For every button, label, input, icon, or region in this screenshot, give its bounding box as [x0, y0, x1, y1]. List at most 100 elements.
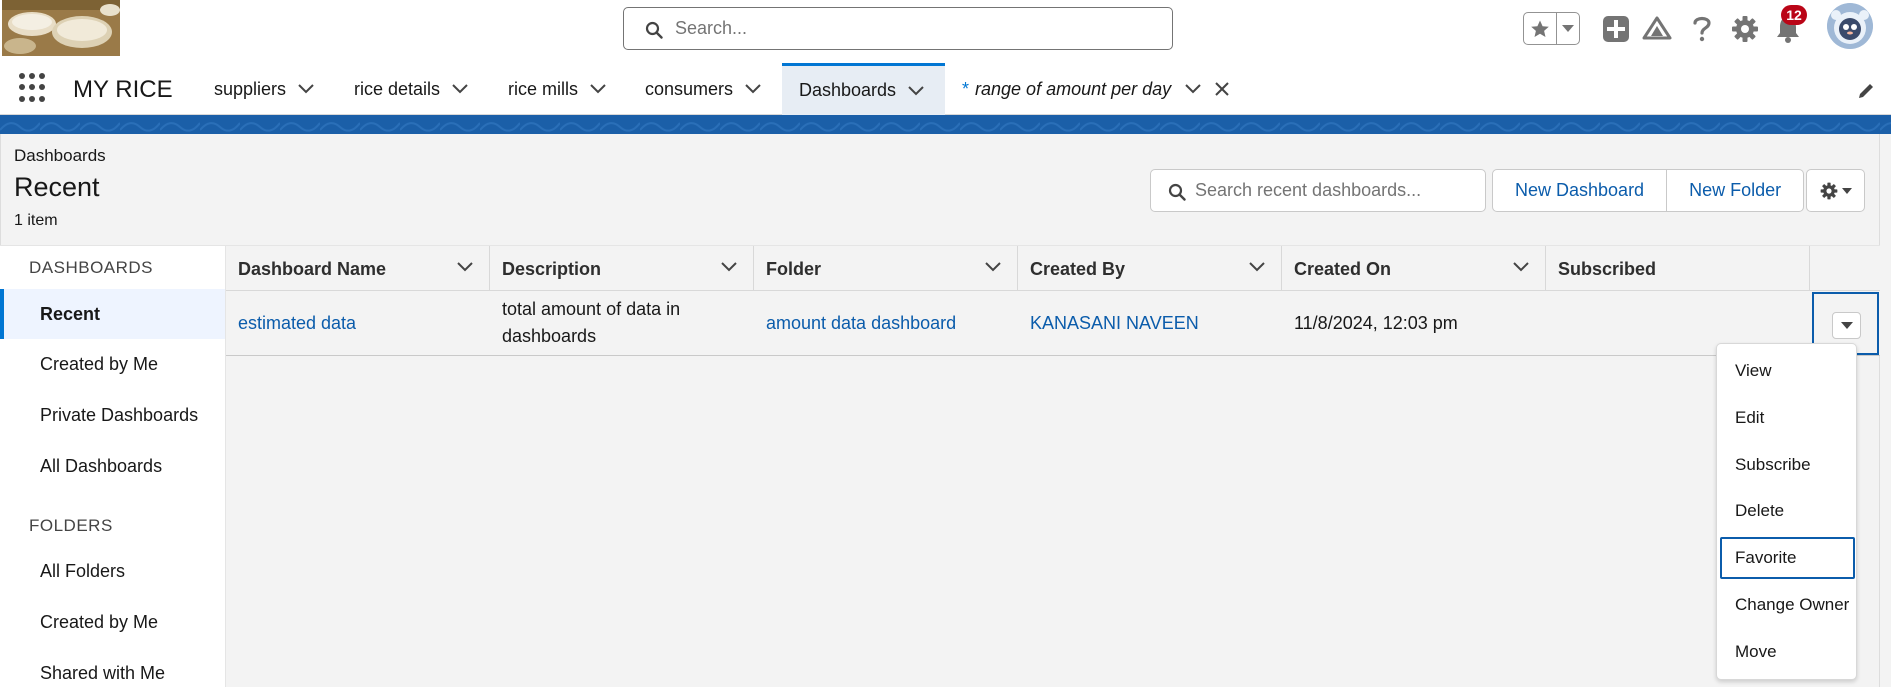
tab-label: consumers — [645, 78, 734, 99]
sidebar-item-all-dashboards[interactable]: All Dashboards — [0, 441, 225, 491]
dashboard-search-input[interactable] — [1195, 171, 1480, 210]
caret-down-icon — [1840, 321, 1853, 329]
favorites-dropdown-button[interactable] — [1556, 13, 1579, 44]
search-icon — [645, 21, 663, 39]
column-label: Created By — [1030, 258, 1126, 279]
caret-down-icon — [1841, 187, 1852, 194]
help-button[interactable] — [1687, 13, 1717, 45]
menu-item-move[interactable]: Move — [1720, 631, 1855, 673]
column-header-created-on[interactable]: Created On — [1282, 246, 1546, 292]
dashboard-name-link[interactable]: estimated data — [226, 291, 490, 355]
tab-consumers[interactable]: consumers — [631, 63, 775, 115]
chevron-down-icon[interactable] — [1513, 262, 1529, 272]
menu-item-favorite[interactable]: Favorite — [1720, 537, 1855, 579]
favorites-star-button[interactable] — [1524, 13, 1556, 44]
tab-label: rice details — [354, 78, 441, 99]
global-search[interactable] — [623, 7, 1173, 50]
created-by-link[interactable]: KANASANI NAVEEN — [1018, 291, 1282, 355]
column-header-created-by[interactable]: Created By — [1018, 246, 1282, 292]
column-label: Created On — [1294, 258, 1392, 279]
menu-item-delete[interactable]: Delete — [1720, 490, 1855, 532]
column-header-subscribed[interactable]: Subscribed — [1546, 246, 1810, 292]
list-settings-button[interactable] — [1806, 169, 1865, 212]
tab-label: rice mills — [508, 78, 578, 99]
row-actions-menu: View Edit Subscribe Delete Favorite Chan… — [1716, 343, 1857, 680]
plus-icon — [1603, 16, 1629, 42]
help-icon — [1693, 16, 1711, 42]
rice-bowls-image — [2, 0, 120, 56]
sidebar-item-all-folders[interactable]: All Folders — [0, 546, 225, 596]
dashboards-sidebar: DASHBOARDS Recent Created by Me Private … — [0, 245, 226, 687]
tab-dashboards[interactable]: Dashboards — [782, 63, 945, 115]
global-search-input[interactable] — [675, 9, 1155, 48]
dashboard-description: total amount of data in dashboards — [502, 299, 681, 346]
column-label: Description — [502, 258, 602, 279]
column-header-dashboard-name[interactable]: Dashboard Name — [226, 246, 490, 292]
sidebar-item-private-dashboards[interactable]: Private Dashboards — [0, 390, 225, 440]
favorites-button-group — [1523, 12, 1580, 45]
search-icon — [1168, 183, 1186, 201]
sidebar-heading-dashboards: DASHBOARDS — [29, 258, 154, 277]
menu-item-change-owner[interactable]: Change Owner — [1720, 584, 1855, 626]
setup-button[interactable] — [1730, 14, 1760, 44]
gear-icon — [1820, 182, 1837, 199]
edit-nav-pencil-icon[interactable] — [1857, 82, 1875, 100]
global-header: 12 — [0, 0, 1891, 60]
unsaved-marker: * — [962, 78, 970, 99]
column-header-folder[interactable]: Folder — [754, 246, 1018, 292]
app-launcher-icon[interactable] — [19, 73, 49, 103]
row-actions-button[interactable] — [1832, 312, 1861, 339]
tab-rice-details[interactable]: rice details — [340, 63, 482, 115]
chevron-down-icon[interactable] — [1249, 262, 1265, 272]
brand-band — [0, 115, 1891, 134]
tab-suppliers[interactable]: suppliers — [200, 63, 328, 115]
caret-down-icon — [1562, 24, 1574, 32]
close-tab-icon[interactable] — [1215, 82, 1229, 96]
notification-count-badge: 12 — [1781, 5, 1807, 25]
tab-range-of-amount-per-day[interactable]: * range of amount per day — [962, 63, 1229, 115]
app-nav-bar: MY RICE suppliers rice details rice mill… — [0, 60, 1891, 115]
gear-icon — [1732, 16, 1758, 42]
column-label: Dashboard Name — [238, 258, 387, 279]
chevron-down-icon[interactable] — [298, 84, 314, 94]
created-on-value: 11/8/2024, 12:03 pm — [1294, 312, 1458, 333]
tab-label: range of amount per day — [975, 78, 1172, 99]
app-name: MY RICE — [73, 76, 173, 103]
chevron-down-icon[interactable] — [1185, 84, 1201, 94]
breadcrumb: Dashboards — [14, 146, 106, 165]
new-dashboard-button[interactable]: New Dashboard — [1492, 169, 1668, 212]
trailhead-icon — [1642, 16, 1672, 40]
column-header-description[interactable]: Description — [490, 246, 754, 292]
user-avatar[interactable] — [1827, 3, 1873, 49]
chevron-down-icon[interactable] — [908, 85, 924, 96]
menu-item-edit[interactable]: Edit — [1720, 397, 1855, 439]
chevron-down-icon[interactable] — [457, 262, 473, 272]
new-folder-button[interactable]: New Folder — [1667, 169, 1805, 212]
dashboard-search[interactable] — [1150, 169, 1486, 212]
chevron-down-icon[interactable] — [452, 84, 468, 94]
trailhead-button[interactable] — [1641, 14, 1673, 44]
sidebar-item-created-by-me[interactable]: Created by Me — [0, 339, 225, 389]
menu-item-view[interactable]: View — [1720, 350, 1855, 392]
column-label: Subscribed — [1558, 258, 1657, 279]
global-actions-button[interactable] — [1601, 14, 1631, 44]
list-view-card — [0, 134, 1880, 687]
chevron-down-icon[interactable] — [590, 84, 606, 94]
tab-label: Dashboards — [799, 80, 897, 100]
sidebar-heading-folders: FOLDERS — [29, 516, 113, 535]
chevron-down-icon[interactable] — [985, 262, 1001, 272]
band-pattern — [0, 115, 1891, 134]
menu-item-subscribe[interactable]: Subscribe — [1720, 444, 1855, 486]
chevron-down-icon[interactable] — [721, 262, 737, 272]
rice-logo[interactable] — [2, 0, 120, 56]
table-row: estimated data total amount of data in d… — [226, 291, 1880, 356]
tab-rice-mills[interactable]: rice mills — [494, 63, 620, 115]
sidebar-item-shared-with-me[interactable]: Shared with Me — [0, 648, 225, 687]
table-header: Dashboard Name Description Folder Create… — [226, 245, 1880, 292]
sidebar-item-folders-created-by-me[interactable]: Created by Me — [0, 597, 225, 647]
star-icon — [1531, 20, 1549, 37]
folder-link[interactable]: amount data dashboard — [754, 291, 1018, 355]
sidebar-item-recent[interactable]: Recent — [0, 289, 225, 339]
item-count: 1 item — [14, 212, 58, 229]
chevron-down-icon[interactable] — [745, 84, 761, 94]
